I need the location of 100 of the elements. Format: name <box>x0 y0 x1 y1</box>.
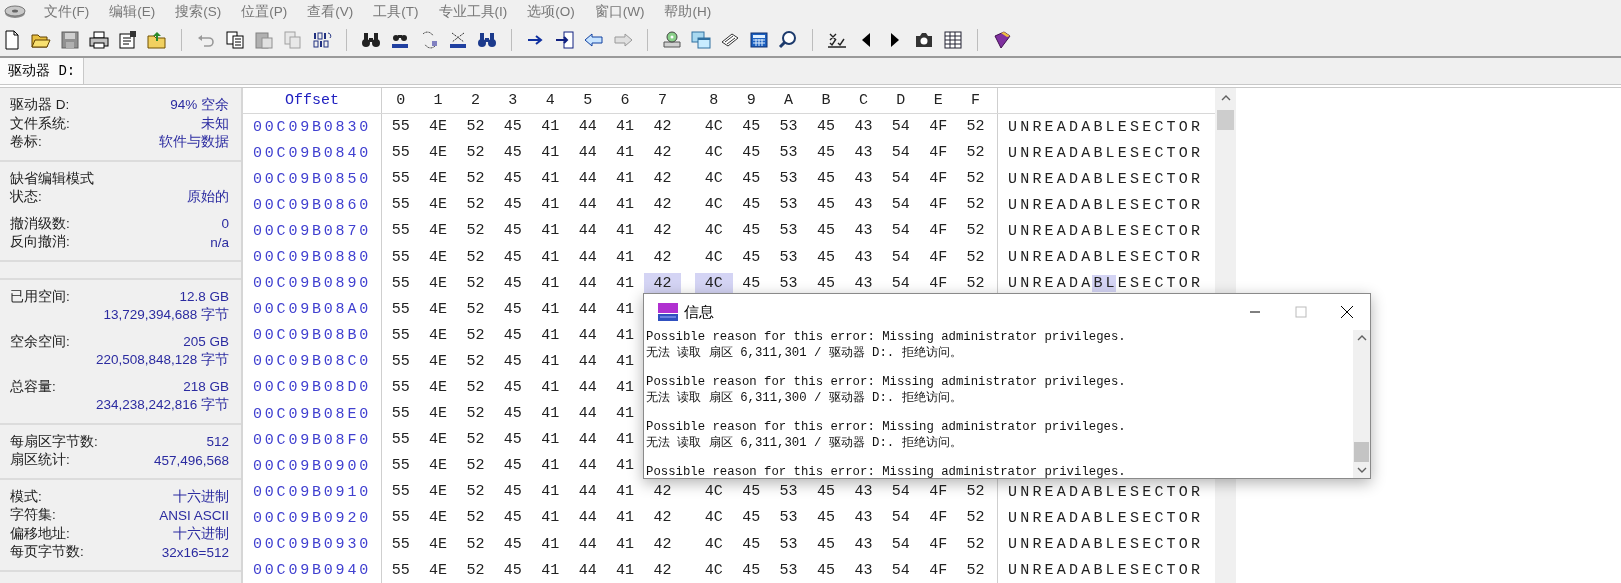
byte-cell[interactable]: 45 <box>494 507 532 530</box>
byte-cell[interactable]: 4F <box>919 559 957 582</box>
byte-cell[interactable]: 55 <box>382 116 420 139</box>
byte-cell[interactable]: 45 <box>494 455 532 478</box>
byte-cell[interactable]: 45 <box>494 324 532 347</box>
byte-cell[interactable]: 45 <box>807 194 845 217</box>
byte-cell[interactable]: 4E <box>419 507 457 530</box>
byte-cell[interactable]: 55 <box>382 507 420 530</box>
byte-cell[interactable]: 45 <box>732 194 770 217</box>
byte-cell[interactable]: 41 <box>531 481 569 504</box>
byte-cell[interactable]: 44 <box>568 298 607 321</box>
byte-cell[interactable]: 41 <box>531 559 569 582</box>
byte-cell[interactable]: 4E <box>419 403 457 426</box>
byte-cell[interactable]: 41 <box>606 142 644 165</box>
byte-cell[interactable]: 45 <box>494 481 532 504</box>
byte-cell[interactable]: 4E <box>419 116 457 139</box>
byte-cell[interactable]: 41 <box>531 324 569 347</box>
byte-cell[interactable]: 4E <box>419 324 457 347</box>
menu-item[interactable]: 选项(O) <box>517 2 585 21</box>
menu-item[interactable]: 查看(V) <box>297 2 364 21</box>
byte-cell[interactable]: 45 <box>494 246 532 269</box>
byte-cell[interactable]: 4C <box>695 559 733 582</box>
byte-cell[interactable]: 4E <box>419 194 457 217</box>
byte-cell[interactable]: 4F <box>919 116 957 139</box>
byte-cell[interactable]: 4E <box>419 298 457 321</box>
byte-cell[interactable]: 4F <box>919 272 957 295</box>
byte-cell[interactable]: 45 <box>807 220 845 243</box>
byte-cell[interactable]: 45 <box>732 220 770 243</box>
byte-cell[interactable]: 41 <box>606 246 644 269</box>
byte-cell[interactable]: 41 <box>531 246 569 269</box>
byte-cell[interactable]: 42 <box>643 142 682 165</box>
byte-cell[interactable]: 53 <box>769 194 808 217</box>
byte-cell[interactable]: 41 <box>531 220 569 243</box>
byte-cell[interactable]: 4E <box>419 220 457 243</box>
byte-cell[interactable]: 41 <box>531 272 569 295</box>
byte-cell[interactable]: 41 <box>606 559 644 582</box>
binary-icon[interactable] <box>312 29 332 50</box>
byte-cell[interactable]: 45 <box>494 533 532 556</box>
byte-cell[interactable]: 53 <box>769 507 808 530</box>
byte-cell[interactable]: 42 <box>643 481 682 504</box>
byte-cell[interactable]: 54 <box>882 507 920 530</box>
byte-cell[interactable]: 4E <box>419 377 457 399</box>
byte-cell[interactable]: 45 <box>494 168 532 191</box>
byte-cell[interactable]: 41 <box>606 429 644 452</box>
byte-cell[interactable]: 4E <box>419 455 457 478</box>
byte-cell[interactable]: 52 <box>956 481 995 504</box>
byte-cell[interactable]: 52 <box>456 403 495 426</box>
byte-cell[interactable]: 4F <box>919 481 957 504</box>
byte-cell[interactable]: 44 <box>568 533 607 556</box>
byte-cell[interactable]: 52 <box>456 246 495 269</box>
byte-cell[interactable]: 45 <box>732 116 770 139</box>
byte-cell[interactable]: 43 <box>844 142 883 165</box>
byte-cell[interactable]: 41 <box>606 324 644 347</box>
byte-cell[interactable]: 54 <box>882 168 920 191</box>
folder-icon[interactable] <box>147 29 167 50</box>
grid-icon[interactable] <box>943 29 963 50</box>
byte-cell[interactable]: 41 <box>606 272 644 295</box>
copy-icon[interactable] <box>225 29 245 50</box>
byte-cell[interactable]: 45 <box>807 246 845 269</box>
caret-up-icon[interactable] <box>1356 334 1367 342</box>
byte-cell[interactable]: 41 <box>606 455 644 478</box>
byte-cell[interactable]: 54 <box>882 142 920 165</box>
byte-cell[interactable]: 43 <box>844 246 883 269</box>
byte-cell[interactable]: 52 <box>456 142 495 165</box>
byte-cell[interactable]: 4C <box>695 116 733 139</box>
byte-cell[interactable]: 45 <box>807 272 845 295</box>
goto-icon[interactable] <box>555 29 575 50</box>
byte-cell[interactable]: 54 <box>882 194 920 217</box>
scrollbar[interactable] <box>1353 330 1370 478</box>
byte-cell[interactable]: 53 <box>769 168 808 191</box>
byte-cell[interactable]: 52 <box>456 559 495 582</box>
byte-cell[interactable]: 52 <box>456 168 495 191</box>
byte-cell[interactable]: 53 <box>769 272 808 295</box>
byte-cell[interactable]: 4C <box>695 220 733 243</box>
printer-icon[interactable] <box>89 29 109 50</box>
byte-cell[interactable]: 44 <box>568 377 607 399</box>
search-icon[interactable] <box>778 29 798 50</box>
byte-cell[interactable]: 4C <box>695 272 733 295</box>
byte-cell[interactable]: 41 <box>606 403 644 426</box>
byte-cell[interactable]: 45 <box>807 481 845 504</box>
byte-cell[interactable]: 45 <box>732 272 770 295</box>
byte-cell[interactable]: 45 <box>494 194 532 217</box>
byte-cell[interactable]: 4F <box>919 507 957 530</box>
byte-cell[interactable]: 42 <box>643 220 682 243</box>
byte-cell[interactable]: 45 <box>494 350 532 373</box>
byte-cell[interactable]: 44 <box>568 220 607 243</box>
byte-cell[interactable]: 44 <box>568 350 607 373</box>
byte-cell[interactable]: 41 <box>531 403 569 426</box>
byte-cell[interactable]: 54 <box>882 246 920 269</box>
byte-cell[interactable]: 44 <box>568 324 607 347</box>
byte-cell[interactable]: 44 <box>568 246 607 269</box>
byte-cell[interactable]: 42 <box>643 272 682 295</box>
byte-cell[interactable]: 4E <box>419 559 457 582</box>
byte-cell[interactable]: 4C <box>695 481 733 504</box>
byte-cell[interactable]: 53 <box>769 116 808 139</box>
byte-cell[interactable]: 4C <box>695 246 733 269</box>
byte-cell[interactable]: 41 <box>531 377 569 399</box>
byte-cell[interactable]: 53 <box>769 220 808 243</box>
byte-cell[interactable]: 41 <box>606 116 644 139</box>
menu-item[interactable]: 工具(T) <box>363 2 429 21</box>
